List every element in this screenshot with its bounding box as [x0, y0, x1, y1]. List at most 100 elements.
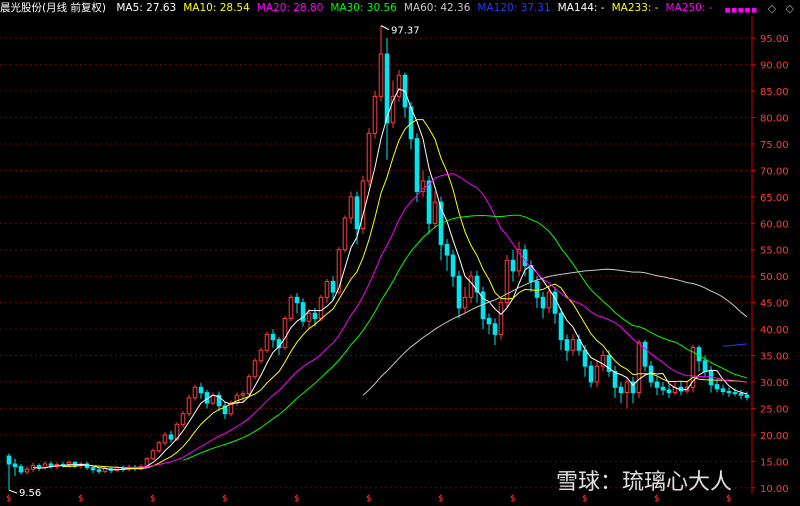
indicator-legend: 晨光股份(月线 前复权) MA5: 27.63 MA10: 28.54 MA20: …	[0, 0, 800, 16]
y-tick-label: 25.00	[760, 404, 789, 415]
y-tick-label: 10.00	[760, 484, 789, 495]
candle-up	[318, 296, 324, 320]
candle-down	[450, 254, 456, 277]
candle-down	[6, 455, 12, 465]
candle-down	[612, 370, 618, 388]
dividend-marker: $	[150, 494, 156, 504]
candle-down	[510, 259, 516, 272]
candle-down	[666, 389, 672, 394]
candle-down	[312, 312, 318, 320]
legend-item-0: MA5: 27.63	[116, 2, 177, 14]
dividend-marker: $	[294, 494, 300, 504]
candle-down	[696, 347, 702, 362]
candle-down	[552, 291, 558, 314]
candle-up	[162, 434, 168, 444]
y-tick-label: 75.00	[760, 140, 789, 151]
candle-down	[582, 349, 588, 367]
candle-down	[18, 466, 24, 473]
candle-down	[726, 391, 732, 394]
indicator-dots-icon[interactable]: ■■■■■	[725, 7, 758, 14]
candle-down	[36, 465, 42, 469]
low-marker	[8, 489, 18, 494]
legend-item-8: MA250: -	[665, 2, 713, 14]
candle-up	[306, 312, 312, 322]
candle-up	[240, 393, 246, 396]
candle-up	[360, 180, 366, 230]
chevron-icon[interactable]: ◇	[786, 2, 794, 15]
candle-up	[504, 259, 510, 304]
low-label: 9.56	[19, 488, 41, 499]
legend-item-2: MA20: 28.80	[256, 2, 324, 14]
candle-up	[156, 442, 162, 452]
y-tick-label: 15.00	[760, 457, 789, 468]
candle-up	[252, 360, 258, 378]
candle-down	[720, 388, 726, 393]
candle-up	[372, 95, 378, 134]
y-tick-label: 50.00	[760, 272, 789, 283]
high-marker	[380, 25, 390, 31]
candle-up	[462, 296, 468, 309]
dividend-marker: $	[222, 494, 228, 504]
candle-down	[414, 138, 420, 193]
candle-down	[534, 280, 540, 298]
candle-down	[444, 243, 450, 256]
y-tick-label: 35.00	[760, 352, 789, 363]
candle-up	[324, 280, 330, 298]
candle-up	[594, 365, 600, 383]
candle-up	[102, 468, 108, 472]
candle-down	[270, 333, 276, 341]
candle-down	[540, 296, 546, 309]
candle-down	[732, 392, 738, 395]
candle-down	[90, 467, 96, 471]
y-tick-label: 45.00	[760, 299, 789, 310]
dividend-marker: $	[366, 494, 372, 504]
candle-down	[168, 434, 174, 440]
dividend-marker: $	[78, 494, 84, 504]
candle-down	[738, 393, 744, 396]
dividend-marker: $	[6, 494, 12, 504]
y-tick-label: 60.00	[760, 219, 789, 230]
y-tick-label: 65.00	[760, 193, 789, 204]
candle-down	[660, 386, 666, 391]
legend-item-5: MA120: 37.31	[477, 2, 551, 14]
legend-item-4: MA60: 42.36	[403, 2, 471, 14]
candle-up	[624, 381, 630, 394]
candle-up	[432, 201, 438, 224]
candle-up	[378, 53, 384, 97]
legend-item-1: MA10: 28.54	[183, 2, 250, 14]
candle-up	[282, 318, 288, 349]
diamond-icon[interactable]: ◇	[768, 2, 776, 15]
candle-down	[714, 384, 720, 390]
candle-down	[198, 386, 204, 394]
y-tick-label: 20.00	[760, 431, 789, 442]
candle-up	[498, 302, 504, 335]
candle-down	[426, 180, 432, 224]
watermark-text: 雪球：琉璃心大人	[556, 470, 733, 495]
candle-up	[192, 386, 198, 399]
candle-up	[342, 217, 348, 251]
candle-down	[618, 386, 624, 394]
candle-down	[558, 312, 564, 341]
candlestick-chart: 95.00 90.00 85.00 80.00 75.00 70.00 65.00 60.00…	[0, 16, 789, 504]
ma120-line	[722, 343, 748, 347]
y-tick-label: 55.00	[760, 246, 789, 257]
candle-down	[642, 341, 648, 367]
candle-up	[636, 341, 642, 394]
dividend-marker: $	[510, 494, 516, 504]
chart-title: 晨光股份(月线 前复权)	[0, 2, 107, 14]
dividend-marker: $	[438, 494, 444, 504]
y-tick-label: 95.00	[760, 34, 789, 45]
candle-up	[570, 339, 576, 351]
candle-down	[702, 360, 708, 372]
candle-down	[588, 365, 594, 383]
candle-up	[348, 196, 354, 219]
chart-toolbar[interactable]: ■■■■■ ◇ ◇	[719, 2, 794, 15]
candle-down	[354, 196, 360, 230]
candle-down	[654, 381, 660, 388]
candle-up	[288, 296, 294, 320]
candle-up	[258, 349, 264, 362]
candle-down	[12, 463, 18, 468]
y-tick-label: 80.00	[760, 114, 789, 125]
legend-item-7: MA233: -	[611, 2, 659, 14]
ma10-line	[62, 119, 748, 470]
